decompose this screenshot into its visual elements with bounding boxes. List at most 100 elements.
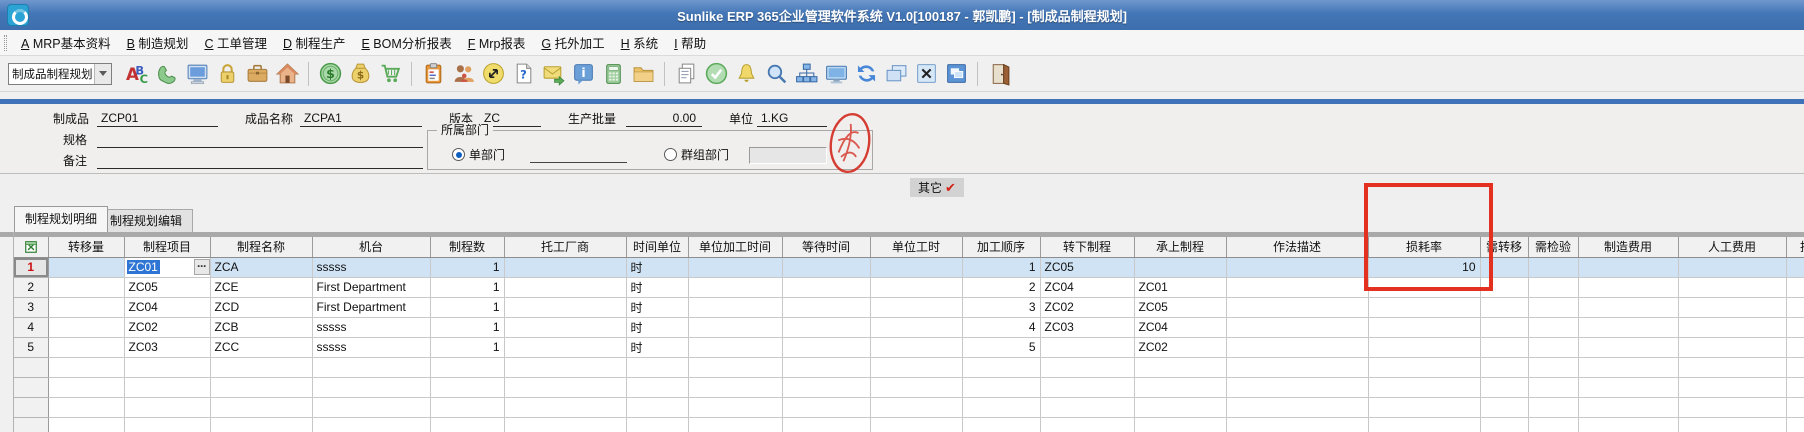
column-header[interactable]: 制程名称 [210,237,312,257]
cascade-windows-icon[interactable] [881,60,911,88]
table-cell[interactable]: ZC05 [124,277,210,297]
table-cell[interactable] [688,397,782,417]
table-cell[interactable]: ZC04 [1134,317,1226,337]
row-number[interactable]: 2 [14,277,48,297]
info-icon[interactable] [568,60,598,88]
table-cell[interactable]: ZC02 [1040,297,1134,317]
table-cell[interactable]: ZCB [210,317,312,337]
column-header[interactable]: 加工顺序 [962,237,1040,257]
table-cell[interactable] [48,337,124,357]
table-cell[interactable] [504,337,626,357]
table-cell[interactable] [1134,257,1226,277]
table-cell[interactable] [48,277,124,297]
table-cell[interactable] [504,297,626,317]
menu-item-D[interactable]: D 制程生产 [275,30,354,55]
table-cell[interactable] [504,257,626,277]
table-cell[interactable] [430,377,504,397]
table-cell[interactable] [1678,317,1786,337]
table-cell[interactable] [1226,257,1368,277]
table-cell[interactable] [1786,357,1804,377]
column-header[interactable]: 制程数 [430,237,504,257]
table-cell[interactable] [1480,317,1528,337]
table-cell[interactable] [1578,377,1678,397]
column-header[interactable]: 作法描述 [1226,237,1368,257]
table-cell[interactable] [1528,297,1578,317]
table-cell[interactable] [688,417,782,432]
single-dept-radio[interactable] [452,148,465,161]
row-number[interactable] [14,397,48,417]
computer-icon[interactable] [182,60,212,88]
row-number[interactable]: 3 [14,297,48,317]
table-cell[interactable] [782,317,870,337]
table-cell[interactable] [1528,397,1578,417]
dollar-coin-icon[interactable] [315,60,345,88]
table-cell[interactable]: ZC02 [124,317,210,337]
table-cell[interactable] [1786,257,1804,277]
column-header[interactable]: 托 [1786,237,1804,257]
table-cell[interactable] [1134,377,1226,397]
clipboard-icon[interactable] [418,60,448,88]
table-cell[interactable] [1040,417,1134,432]
row-number[interactable] [14,377,48,397]
column-header[interactable]: 时间单位 [626,237,688,257]
table-cell[interactable] [1528,417,1578,432]
table-cell[interactable] [688,317,782,337]
multi-dept-field[interactable] [749,147,827,164]
table-cell[interactable]: 5 [962,337,1040,357]
table-cell[interactable]: 1 [430,337,504,357]
column-header[interactable]: 制造费用 [1578,237,1678,257]
tab-process-plan-detail[interactable]: 制程规划明细 [14,206,108,232]
menu-item-B[interactable]: B 制造规划 [119,30,197,55]
table-cell[interactable] [1368,417,1480,432]
table-cell[interactable] [504,277,626,297]
table-cell[interactable]: ZC01··· [124,257,210,277]
table-cell[interactable] [1134,417,1226,432]
table-cell[interactable] [1368,337,1480,357]
table-cell[interactable] [1678,277,1786,297]
table-cell[interactable] [1578,397,1678,417]
table-cell[interactable] [1368,357,1480,377]
table-cell[interactable] [1578,297,1678,317]
table-cell[interactable] [870,417,962,432]
table-cell[interactable]: 1 [430,257,504,277]
table-cell[interactable] [504,397,626,417]
table-cell[interactable]: ZC02 [1134,337,1226,357]
table-cell[interactable] [870,297,962,317]
windows-icon[interactable] [941,60,971,88]
table-cell[interactable] [870,357,962,377]
exit-door-icon[interactable] [984,60,1014,88]
table-cell[interactable] [1786,377,1804,397]
refresh-icon[interactable] [851,60,881,88]
column-header[interactable]: 承上制程 [1134,237,1226,257]
table-cell[interactable] [1368,297,1480,317]
table-cell[interactable]: 2 [962,277,1040,297]
table-cell[interactable] [210,377,312,397]
table-cell[interactable] [430,357,504,377]
briefcase-icon[interactable] [242,60,272,88]
table-cell[interactable] [1368,317,1480,337]
table-cell[interactable] [1480,397,1528,417]
help-document-icon[interactable] [508,60,538,88]
table-cell[interactable] [1678,417,1786,432]
table-cell[interactable]: sssss [312,317,430,337]
table-cell[interactable]: 时 [626,257,688,277]
table-cell[interactable] [1226,377,1368,397]
table-cell[interactable] [48,377,124,397]
menu-item-F[interactable]: F Mrp报表 [460,30,534,55]
column-header[interactable]: 转下制程 [1040,237,1134,257]
table-cell[interactable] [782,297,870,317]
menu-item-A[interactable]: A MRP基本资料 [13,30,119,55]
close-window-icon[interactable] [911,60,941,88]
table-cell[interactable] [782,397,870,417]
other-button[interactable]: 其它 ✔ [910,178,964,197]
lookup-ellipsis-button[interactable]: ··· [194,259,210,275]
table-cell[interactable] [688,357,782,377]
tab-process-plan-edit[interactable]: 制程规划编辑 [99,209,193,232]
table-cell[interactable] [870,277,962,297]
table-cell[interactable] [124,397,210,417]
table-cell[interactable]: 时 [626,317,688,337]
table-cell[interactable] [1480,357,1528,377]
table-cell[interactable] [124,417,210,432]
product-name-field[interactable]: ZCPA1 [300,110,422,127]
table-cell[interactable]: ZC01 [1134,277,1226,297]
